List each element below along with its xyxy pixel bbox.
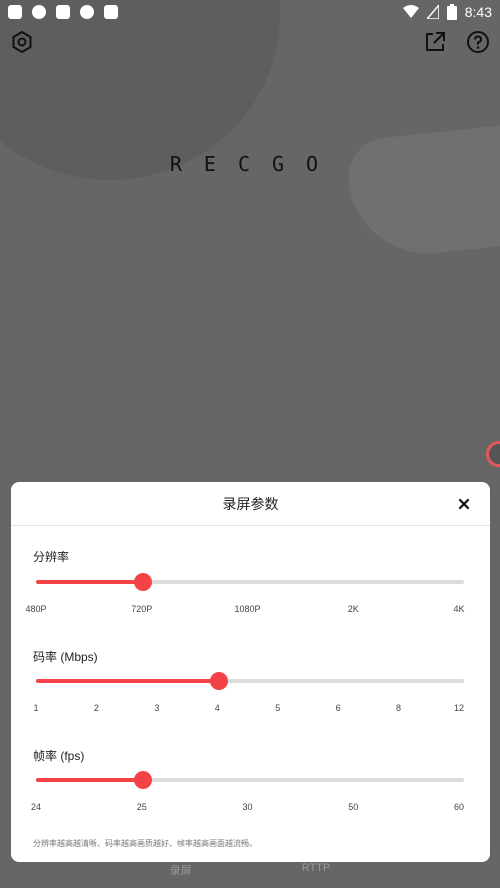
framerate-slider[interactable] bbox=[36, 771, 464, 789]
tick-label: 2K bbox=[347, 604, 359, 614]
notification-icon bbox=[104, 5, 118, 19]
tab-record[interactable]: 录屏 bbox=[170, 862, 192, 888]
slider-thumb[interactable] bbox=[210, 672, 229, 690]
hint-text: 分辨率越高越清晰、码率越高画质越好、帧率越高画面越流畅。 bbox=[33, 839, 257, 848]
bitrate-label: 码率 (Mbps) bbox=[33, 650, 98, 664]
status-time: 8:43 bbox=[464, 4, 492, 20]
status-bar: 8:43 bbox=[0, 0, 500, 24]
tick-label: 25 bbox=[136, 802, 147, 812]
close-icon[interactable] bbox=[454, 494, 474, 514]
tick-label: 1080P bbox=[234, 604, 261, 614]
app-logo: RECGO bbox=[169, 152, 341, 176]
resolution-ticks: 480P 720P 1080P 2K 4K bbox=[11, 604, 490, 616]
tick-label: 24 bbox=[30, 802, 42, 812]
resolution-slider[interactable] bbox=[36, 573, 464, 591]
slider-thumb[interactable] bbox=[134, 573, 152, 591]
tick-label: 30 bbox=[242, 802, 253, 812]
tab-rttp[interactable]: RTTP bbox=[302, 862, 331, 888]
notification-icon bbox=[32, 5, 46, 19]
sheet-title: 录屏参数 bbox=[222, 495, 279, 512]
tick-label: 4K bbox=[453, 604, 465, 614]
tick-label: 2 bbox=[93, 703, 99, 713]
recording-params-sheet: 录屏参数 分辨率 480P 720P 1080P 2K 4K 码率 (Mbps) 123… bbox=[11, 482, 490, 862]
wifi-icon bbox=[402, 5, 419, 18]
decor-shape bbox=[344, 114, 500, 262]
image-notification-icon bbox=[56, 5, 70, 19]
settings-icon[interactable] bbox=[10, 30, 34, 54]
bottom-tabs: 录屏 RTTP bbox=[0, 862, 500, 888]
tick-label: 1 bbox=[33, 703, 39, 713]
bitrate-slider[interactable] bbox=[36, 672, 464, 690]
tick-label: 50 bbox=[348, 802, 359, 812]
bitrate-ticks: 1 2 3 4 5 6 8 12 bbox=[11, 703, 490, 715]
share-icon[interactable] bbox=[423, 30, 447, 54]
notification-icon bbox=[8, 5, 22, 19]
tick-label: 8 bbox=[396, 703, 402, 713]
framerate-ticks: 24 25 30 50 60 bbox=[11, 802, 490, 814]
help-icon[interactable] bbox=[466, 30, 490, 54]
tick-label: 480P bbox=[25, 604, 47, 614]
tick-label: 6 bbox=[335, 703, 341, 713]
framerate-label: 帧率 (fps) bbox=[33, 749, 85, 763]
notification-icon bbox=[80, 5, 94, 19]
battery-icon bbox=[446, 4, 457, 20]
tick-label: 5 bbox=[275, 703, 281, 713]
resolution-label: 分辨率 bbox=[33, 550, 70, 564]
tick-label: 12 bbox=[453, 703, 465, 713]
tick-label: 60 bbox=[453, 802, 465, 812]
slider-fill bbox=[36, 778, 143, 782]
tick-label: 4 bbox=[214, 703, 220, 713]
tick-label: 3 bbox=[154, 703, 160, 713]
slider-fill bbox=[36, 679, 220, 683]
slider-fill bbox=[36, 580, 143, 584]
slider-thumb[interactable] bbox=[134, 771, 152, 789]
floating-record-button[interactable] bbox=[486, 441, 500, 467]
no-signal-icon bbox=[426, 5, 439, 19]
sheet-header: 录屏参数 bbox=[11, 482, 490, 526]
tick-label: 720P bbox=[131, 604, 153, 614]
